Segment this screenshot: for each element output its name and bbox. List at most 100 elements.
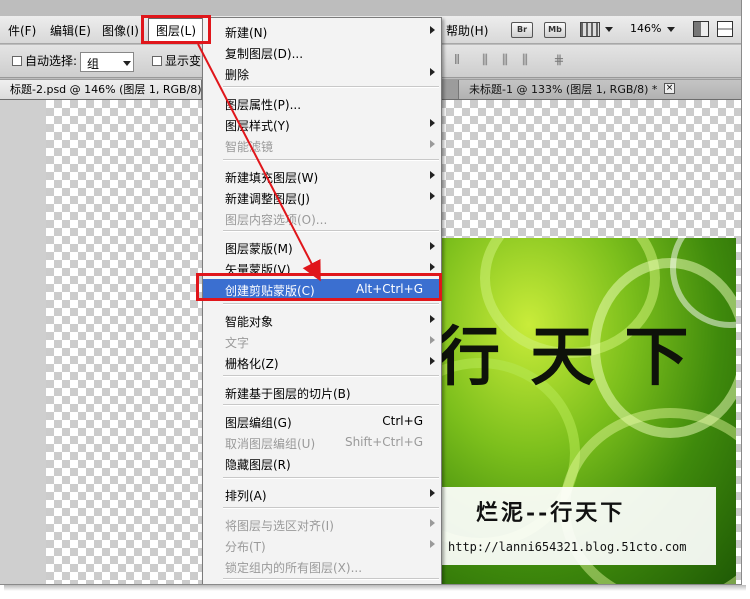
menu-separator: [223, 86, 439, 88]
layer-menu: 新建(N) 复制图层(D)... 删除图层属性(P)... 图层样式(Y) 智能滤镜新建…: [202, 17, 442, 584]
arrange-documents-icon[interactable]: [717, 21, 733, 37]
watermark-title: 烂泥--行天下: [476, 500, 626, 526]
menu-item-1[interactable]: 复制图层(D)...: [203, 42, 441, 62]
menu-separator: [223, 404, 439, 406]
tab-document-2-title: 标题-2.psd @ 146% (图层 1, RGB/8): [10, 83, 202, 96]
zoom-level[interactable]: 146%: [630, 22, 661, 35]
menu-item-label: 锁定组内的所有图层(X)...: [225, 561, 363, 575]
menu-item-label: 取消图层编组(U): [225, 437, 316, 451]
watermark-url: http://lanni654321.blog.51cto.com: [448, 540, 687, 554]
menu-item-label: 智能滤镜: [225, 140, 274, 154]
menu-item-12[interactable]: 智能对象: [203, 310, 441, 330]
auto-select-checkbox[interactable]: [12, 56, 22, 66]
close-tab-icon[interactable]: ×: [664, 83, 675, 94]
submenu-arrow-icon: [430, 489, 435, 497]
submenu-arrow-icon: [430, 192, 435, 200]
menu-item-17: 取消图层编组(U) Shift+Ctrl+G: [203, 432, 441, 452]
menu-item-label: 分布(T): [225, 540, 266, 554]
menu-item-14[interactable]: 栅格化(Z): [203, 352, 441, 372]
submenu-arrow-icon: [430, 68, 435, 76]
show-transform-label: 显示变: [165, 54, 202, 68]
menu-item-label: 智能对象: [225, 315, 274, 329]
auto-align-icon[interactable]: ⋕: [550, 52, 568, 70]
distribute-center-icon[interactable]: ⫼: [496, 52, 514, 70]
menu-item-4[interactable]: 图层样式(Y): [203, 114, 441, 134]
menu-item-label: 新建调整图层(J): [225, 192, 310, 206]
artwork-title-text: 行 天 下: [436, 320, 693, 395]
tab-document-1-title: 未标题-1 @ 133% (图层 1, RGB/8) *: [469, 83, 658, 96]
auto-select-dropdown[interactable]: 组: [80, 52, 134, 72]
menu-item-label: 排列(A): [225, 489, 267, 503]
menu-item-label: 隐藏图层(R): [225, 458, 291, 472]
menu-item-20: 将图层与选区对齐(I): [203, 514, 441, 534]
menu-item-6[interactable]: 新建填充图层(W): [203, 166, 441, 186]
menu-separator: [223, 230, 439, 232]
tab-document-2[interactable]: 标题-2.psd @ 146% (图层 1, RGB/8): [0, 80, 202, 99]
menu-item-label: 图层蒙版(M): [225, 242, 293, 256]
submenu-arrow-icon: [430, 171, 435, 179]
menu-item-21: 分布(T): [203, 535, 441, 555]
bridge-label: Br: [516, 25, 528, 34]
menu-edit[interactable]: 编辑(E): [50, 22, 91, 39]
annotation-box-clipping-mask: [196, 273, 442, 301]
menu-item-2[interactable]: 删除: [203, 63, 441, 83]
menu-item-label: 图层内容选项(O)...: [225, 213, 328, 227]
align-icon[interactable]: ⫴: [448, 52, 466, 70]
distribute-right-icon[interactable]: ⫼: [516, 52, 534, 70]
menu-item-9[interactable]: 图层蒙版(M): [203, 237, 441, 257]
view-extras-dropdown-icon[interactable]: [605, 27, 613, 32]
photoshop-window: 件(F) 编辑(E) 图像(I) 图层(L) 帮助(H) Br Mb 146% …: [0, 0, 742, 585]
menu-item-7[interactable]: 新建调整图层(J): [203, 187, 441, 207]
auto-select-label: 自动选择:: [25, 54, 78, 68]
menu-item-label: 图层属性(P)...: [225, 98, 302, 112]
chevron-down-icon: [123, 61, 131, 66]
menu-item-shortcut: Shift+Ctrl+G: [344, 435, 423, 449]
menu-item-18[interactable]: 隐藏图层(R): [203, 453, 441, 473]
menu-separator: [223, 375, 439, 377]
window-shadow: [4, 585, 746, 591]
tab-document-1[interactable]: 未标题-1 @ 133% (图层 1, RGB/8) *: [458, 80, 741, 99]
submenu-arrow-icon: [430, 140, 435, 148]
zoom-dropdown-icon[interactable]: [667, 27, 675, 32]
menu-item-19[interactable]: 排列(A): [203, 484, 441, 504]
mini-bridge-button[interactable]: Mb: [544, 22, 566, 38]
submenu-arrow-icon: [430, 519, 435, 527]
bridge-button[interactable]: Br: [511, 22, 533, 38]
menu-item-label: 新建(N): [225, 26, 268, 40]
menu-item-label: 删除: [225, 68, 250, 82]
menu-item-label: 文字: [225, 336, 250, 350]
close-glyph: ×: [665, 83, 674, 93]
menu-separator: [223, 303, 439, 305]
canvas-pasteboard: [0, 100, 46, 584]
annotation-box-layer-menu: [141, 15, 211, 44]
menu-item-15[interactable]: 新建基于图层的切片(B): [203, 382, 441, 402]
screen-mode-icon[interactable]: [693, 21, 709, 37]
mini-bridge-label: Mb: [548, 25, 562, 34]
menu-item-22: 锁定组内的所有图层(X)...: [203, 556, 441, 576]
submenu-arrow-icon: [430, 540, 435, 548]
menu-item-label: 栅格化(Z): [225, 357, 279, 371]
menu-help[interactable]: 帮助(H): [446, 22, 488, 39]
submenu-arrow-icon: [430, 315, 435, 323]
menu-item-label: 图层编组(G): [225, 416, 292, 430]
menu-item-shortcut: Ctrl+G: [382, 414, 423, 428]
menu-file[interactable]: 件(F): [8, 22, 36, 39]
menu-item-label: 图层样式(Y): [225, 119, 290, 133]
show-transform-checkbox[interactable]: [152, 56, 162, 66]
menu-item-16[interactable]: 图层编组(G) Ctrl+G: [203, 411, 441, 431]
menu-separator: [223, 578, 439, 580]
menu-item-0[interactable]: 新建(N): [203, 21, 441, 41]
menu-item-3[interactable]: 图层属性(P)...: [203, 93, 441, 113]
menu-item-label: 将图层与选区对齐(I): [225, 519, 334, 533]
submenu-arrow-icon: [430, 336, 435, 344]
menu-item-8: 图层内容选项(O)...: [203, 208, 441, 228]
submenu-arrow-icon: [430, 119, 435, 127]
submenu-arrow-icon: [430, 242, 435, 250]
view-extras-icon[interactable]: [580, 22, 600, 37]
menu-item-13: 文字: [203, 331, 441, 351]
menu-separator: [223, 507, 439, 509]
menu-item-label: 新建填充图层(W): [225, 171, 319, 185]
auto-select-value: 组: [87, 57, 100, 71]
menu-image[interactable]: 图像(I): [102, 22, 139, 39]
distribute-left-icon[interactable]: ⫼: [476, 52, 494, 70]
